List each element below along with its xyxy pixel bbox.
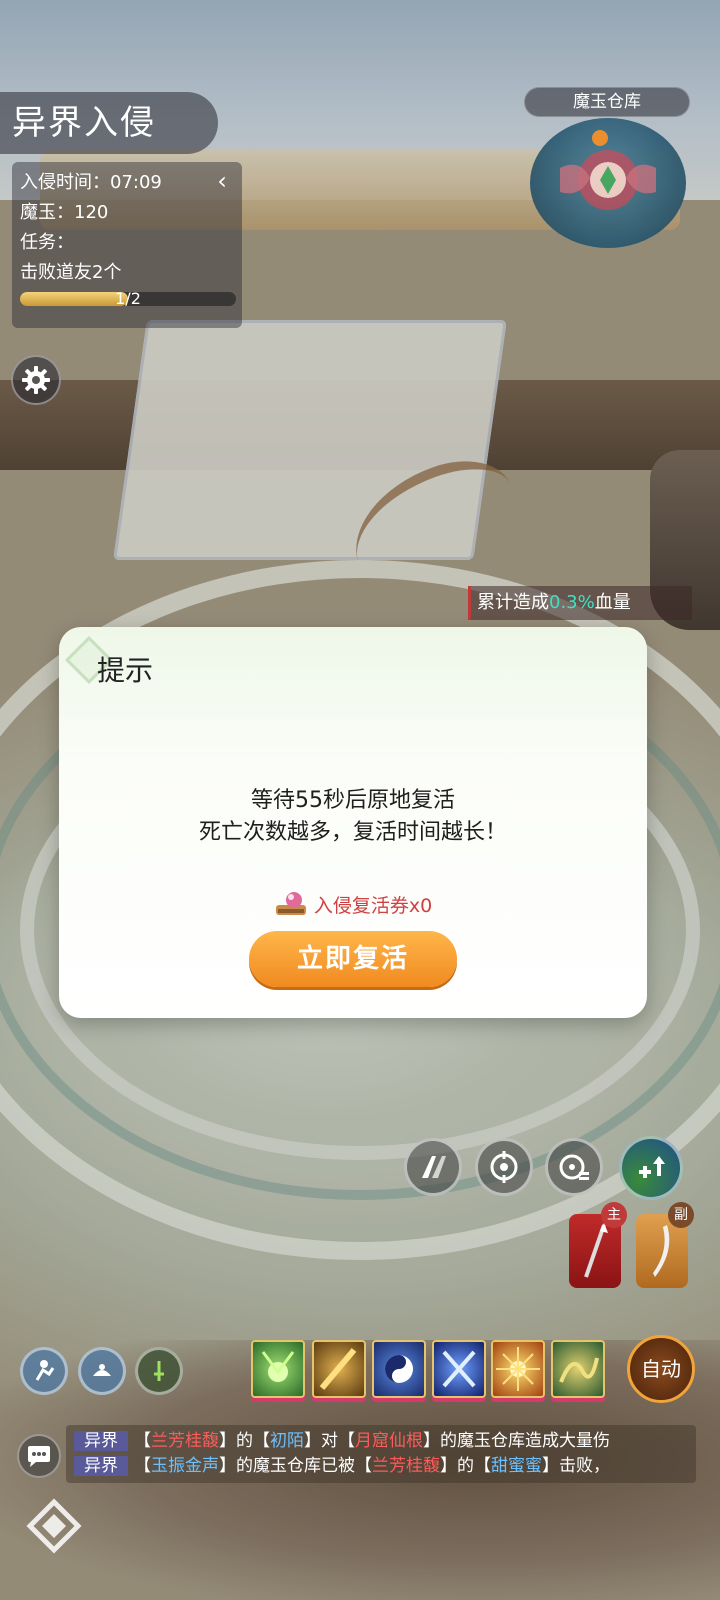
revive-dialog: 提示 等待55秒后原地复活 死亡次数越多，复活时间越长！ 入侵复活券x0 立即复… xyxy=(59,627,647,1018)
skill-button-dash[interactable] xyxy=(404,1138,462,1196)
chat-text: 】的魔玉仓库已被【 xyxy=(219,1456,372,1476)
dash-icon xyxy=(422,1156,446,1178)
minimap[interactable] xyxy=(530,118,686,248)
crosshair-icon xyxy=(490,1151,518,1183)
skill-slot-6[interactable] xyxy=(551,1340,605,1398)
main-weapon-slot[interactable]: 主 xyxy=(569,1202,627,1288)
chat-bubble-icon xyxy=(28,1446,50,1467)
sub-weapon-slot[interactable]: 副 xyxy=(636,1202,694,1288)
nature-burst-skill-icon xyxy=(261,1351,295,1382)
event-title: 异界入侵 xyxy=(0,92,218,154)
blade-icon xyxy=(653,1225,670,1277)
minimap-title[interactable]: 魔玉仓库 xyxy=(524,87,690,117)
auto-battle-button[interactable]: 自动 xyxy=(627,1335,695,1403)
mount-icon xyxy=(93,1364,111,1376)
skill-slot-3[interactable] xyxy=(372,1340,426,1398)
chat-message[interactable]: 异界 【玉振金声】的魔玉仓库已被【兰芳桂馥】的【甜蜜蜜】击败， xyxy=(74,1453,694,1479)
task-label: 任务： xyxy=(20,232,74,253)
chat-player-name[interactable]: 甜蜜蜜 xyxy=(491,1456,542,1476)
skill-button-heal-buff[interactable] xyxy=(619,1136,683,1200)
spear-icon xyxy=(584,1223,608,1278)
chat-player-name[interactable]: 兰芳桂馥 xyxy=(372,1456,440,1476)
event-info-panel: 入侵时间：07:09 魔玉：120 任务： 击败道友2个 1/2 ‹ xyxy=(12,162,242,328)
revive-ticket-label: 入侵复活券x0 xyxy=(313,894,433,917)
quick-action-2[interactable] xyxy=(78,1347,126,1395)
revive-wait-text: 等待55秒后原地复活 xyxy=(251,788,455,813)
sub-weapon-tag: 副 xyxy=(668,1202,694,1228)
quick-action-3[interactable] xyxy=(135,1347,183,1395)
skill-slot-2[interactable] xyxy=(312,1340,366,1398)
skill-button-target-1[interactable] xyxy=(475,1138,533,1196)
jade-sword-icon xyxy=(154,1361,164,1381)
warehouse-emblem-icon xyxy=(560,130,656,210)
chat-text: 】的【 xyxy=(219,1431,270,1451)
dialog-title: 提示 xyxy=(97,654,154,687)
revive-ticket: 入侵复活券x0 xyxy=(59,889,647,919)
quick-action-1[interactable] xyxy=(20,1347,68,1395)
revive-ticket-icon xyxy=(275,892,306,915)
chat-text: 【 xyxy=(134,1456,151,1476)
heal-buff-icon xyxy=(639,1156,665,1178)
dialog-message: 等待55秒后原地复活 死亡次数越多，复活时间越长！ xyxy=(59,785,647,849)
damage-prefix: 累计造成 xyxy=(477,592,549,613)
chat-channel-tag: 异界 xyxy=(74,1431,128,1451)
crossed-swords-skill-icon xyxy=(442,1350,476,1388)
collapse-panel-icon[interactable]: ‹ xyxy=(212,168,232,194)
damage-summary: 累计造成0.3%血量 xyxy=(468,586,692,620)
chat-text: 】的魔玉仓库造成大量伤 xyxy=(423,1431,610,1451)
settings-button[interactable] xyxy=(11,355,61,405)
revive-warning-text: 死亡次数越多，复活时间越长！ xyxy=(198,820,507,845)
skill-slot-4[interactable] xyxy=(432,1340,486,1398)
task-description: 击败道友2个 xyxy=(20,262,122,283)
main-weapon-tag: 主 xyxy=(601,1202,627,1228)
task-progress-bar: 1/2 xyxy=(20,289,236,308)
damage-suffix: 血量 xyxy=(594,592,631,613)
chat-message[interactable]: 异界 【兰芳桂馥】的【初陌】对【月窟仙根】的魔玉仓库造成大量伤 xyxy=(74,1428,694,1454)
yin-yang-skill-icon xyxy=(385,1355,413,1383)
sunburst-skill-icon xyxy=(496,1347,540,1391)
chat-text: 【 xyxy=(134,1431,151,1451)
chat-player-name[interactable]: 初陌 xyxy=(270,1431,304,1451)
chat-channel-tag: 异界 xyxy=(74,1456,128,1476)
chat-player-name[interactable]: 兰芳桂馥 xyxy=(151,1431,219,1451)
diamond-menu-icon xyxy=(26,1498,82,1554)
chat-player-name[interactable]: 月窟仙根 xyxy=(355,1431,423,1451)
revive-now-button[interactable]: 立即复活 xyxy=(249,931,457,987)
skill-slot-1[interactable] xyxy=(251,1340,305,1398)
skill-button-target-2[interactable] xyxy=(545,1138,603,1196)
golden-slash-skill-icon xyxy=(319,1348,357,1390)
task-progress-text: 1/2 xyxy=(115,289,141,308)
chat-player-name[interactable]: 玉振金声 xyxy=(151,1456,219,1476)
character-run-icon xyxy=(35,1360,55,1381)
chat-button[interactable] xyxy=(17,1434,61,1478)
main-menu-button[interactable] xyxy=(24,1496,84,1556)
dragon-skill-icon xyxy=(559,1357,599,1383)
chat-text: 】击败， xyxy=(542,1456,610,1476)
chat-text: 】对【 xyxy=(304,1431,355,1451)
invasion-time: 入侵时间：07:09 xyxy=(20,172,162,193)
gear-icon xyxy=(22,366,50,394)
magic-jade-count: 魔玉：120 xyxy=(20,202,109,223)
damage-percent: 0.3% xyxy=(549,592,595,613)
crosshair-list-icon xyxy=(559,1154,589,1180)
skill-slot-5[interactable] xyxy=(491,1340,545,1398)
chat-text: 】的【 xyxy=(440,1456,491,1476)
